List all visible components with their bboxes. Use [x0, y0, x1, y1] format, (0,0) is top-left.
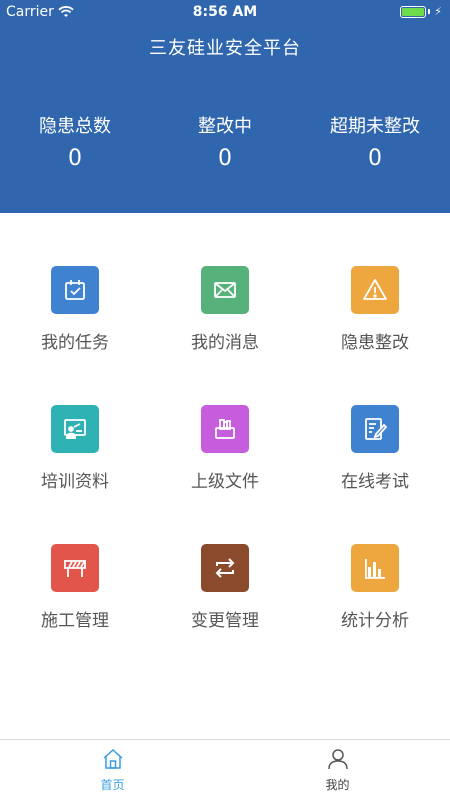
stat-value: 0	[218, 146, 232, 171]
stat-label: 整改中	[198, 116, 252, 137]
menu-item-statistical-analysis[interactable]: 统计分析	[300, 544, 450, 631]
calendar-check-icon	[51, 266, 99, 314]
menu-item-label: 我的消息	[191, 333, 259, 353]
menu-item-label: 在线考试	[341, 472, 409, 492]
menu-item-label: 我的任务	[41, 333, 109, 353]
status-bar: Carrier 8:56 AM ⚡	[0, 0, 450, 24]
stats-row: 隐患总数 0 整改中 0 超期未整改 0	[0, 112, 450, 171]
menu-grid: 我的任务 我的消息 隐患整改 培训资料 上级文件 在线考试 施工管理 变更管理 …	[0, 266, 450, 631]
menu-item-label: 隐患整改	[341, 333, 409, 353]
menu-item-label: 培训资料	[41, 472, 109, 492]
battery-icon: ⚡	[400, 5, 442, 18]
header: Carrier 8:56 AM ⚡ 三友硅业安全平台 隐患总数 0 整改中 0 …	[0, 0, 450, 213]
tab-mine[interactable]: 我的	[225, 740, 450, 800]
swap-icon	[201, 544, 249, 592]
user-icon	[327, 749, 348, 770]
menu-item-my-messages[interactable]: 我的消息	[150, 266, 300, 353]
stat-value: 0	[68, 146, 82, 171]
stat-label: 超期未整改	[330, 116, 420, 137]
folder-icon	[201, 405, 249, 453]
menu-item-label: 施工管理	[41, 611, 109, 631]
bar-chart-icon	[351, 544, 399, 592]
menu-item-online-exam[interactable]: 在线考试	[300, 405, 450, 492]
menu-item-training-materials[interactable]: 培训资料	[0, 405, 150, 492]
menu-item-label: 变更管理	[191, 611, 259, 631]
charging-icon: ⚡	[434, 5, 442, 18]
barrier-icon	[51, 544, 99, 592]
stat-in-rectification[interactable]: 整改中 0	[150, 112, 300, 171]
stat-total-hazards[interactable]: 隐患总数 0	[0, 112, 150, 171]
presentation-icon	[51, 405, 99, 453]
menu-item-label: 上级文件	[191, 472, 259, 492]
menu-item-superior-documents[interactable]: 上级文件	[150, 405, 300, 492]
menu-item-hazard-rectification[interactable]: 隐患整改	[300, 266, 450, 353]
exam-edit-icon	[351, 405, 399, 453]
home-icon	[103, 748, 122, 769]
stat-value: 0	[368, 146, 382, 171]
stat-overdue[interactable]: 超期未整改 0	[300, 112, 450, 171]
app-title: 三友硅业安全平台	[149, 38, 301, 59]
envelope-icon	[201, 266, 249, 314]
menu-item-my-tasks[interactable]: 我的任务	[0, 266, 150, 353]
menu-item-construction-management[interactable]: 施工管理	[0, 544, 150, 631]
tab-label: 首页	[100, 778, 125, 792]
tab-home[interactable]: 首页	[0, 740, 225, 800]
warning-icon	[351, 266, 399, 314]
status-time: 8:56 AM	[192, 4, 258, 20]
menu-item-label: 统计分析	[341, 611, 409, 631]
stat-label: 隐患总数	[39, 116, 111, 137]
tab-bar: 首页 我的	[0, 739, 450, 800]
menu-item-change-management[interactable]: 变更管理	[150, 544, 300, 631]
tab-label: 我的	[325, 778, 350, 792]
